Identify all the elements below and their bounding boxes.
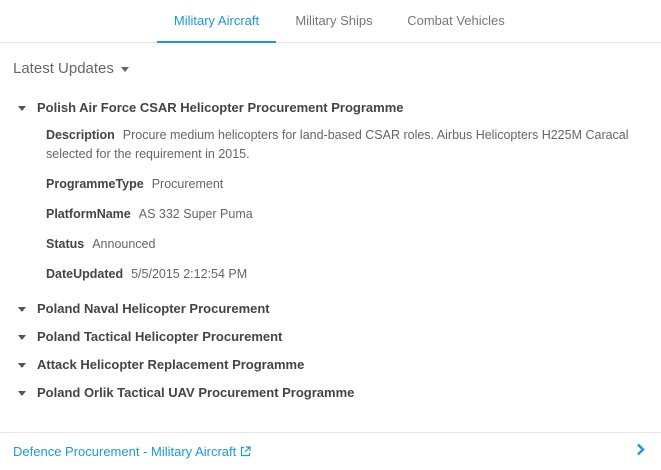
latest-updates-dropdown[interactable]: Latest Updates (13, 60, 129, 77)
caret-down-icon (18, 106, 26, 112)
footer-link-label: Defence Procurement - Military Aircraft (13, 444, 237, 459)
item-title: Attack Helicopter Replacement Programme (37, 357, 305, 372)
detail-status: Status Announced (46, 235, 155, 254)
tab-military-aircraft[interactable]: Military Aircraft (157, 0, 276, 43)
detail-value: 5/5/2015 2:12:54 PM (131, 267, 248, 281)
caret-down-icon (18, 391, 26, 397)
list-item[interactable]: Poland Naval Helicopter Procurement (18, 301, 270, 316)
detail-key: Status (46, 237, 85, 251)
section-title-label: Latest Updates (13, 60, 114, 77)
caret-down-icon (18, 363, 26, 369)
list-item[interactable]: Poland Orlik Tactical UAV Procurement Pr… (18, 385, 354, 400)
detail-key: PlatformName (46, 207, 131, 221)
chevron-right-icon[interactable] (636, 443, 645, 461)
detail-key: ProgrammeType (46, 177, 144, 191)
external-link-icon (240, 445, 251, 460)
tab-military-ships[interactable]: Military Ships (282, 0, 386, 43)
caret-down-icon (120, 66, 129, 72)
caret-down-icon (18, 335, 26, 341)
detail-value: Procurement (151, 177, 224, 191)
defence-procurement-link[interactable]: Defence Procurement - Military Aircraft (13, 444, 251, 460)
detail-description: Description Procure medium helicopters fo… (46, 126, 636, 164)
item-title: Poland Naval Helicopter Procurement (37, 301, 270, 316)
list-item-expanded[interactable]: Polish Air Force CSAR Helicopter Procure… (18, 100, 404, 115)
list-item[interactable]: Poland Tactical Helicopter Procurement (18, 329, 282, 344)
tab-combat-vehicles[interactable]: Combat Vehicles (393, 0, 519, 43)
caret-down-icon (18, 307, 26, 313)
detail-value: Announced (92, 237, 156, 251)
detail-key: DateUpdated (46, 267, 124, 281)
list-item[interactable]: Attack Helicopter Replacement Programme (18, 357, 304, 372)
detail-key: Description (46, 128, 115, 142)
item-title: Poland Orlik Tactical UAV Procurement Pr… (37, 385, 355, 400)
detail-platform-name: PlatformName AS 332 Super Puma (46, 205, 253, 224)
detail-value: Procure medium helicopters for land-base… (46, 128, 629, 161)
footer: Defence Procurement - Military Aircraft (0, 432, 661, 470)
tab-bar: Military Aircraft Military Ships Combat … (0, 0, 661, 43)
detail-date-updated: DateUpdated 5/5/2015 2:12:54 PM (46, 265, 247, 284)
detail-programme-type: ProgrammeType Procurement (46, 175, 223, 194)
item-title: Poland Tactical Helicopter Procurement (37, 329, 283, 344)
item-title: Polish Air Force CSAR Helicopter Procure… (37, 100, 404, 115)
detail-value: AS 332 Super Puma (138, 207, 253, 221)
